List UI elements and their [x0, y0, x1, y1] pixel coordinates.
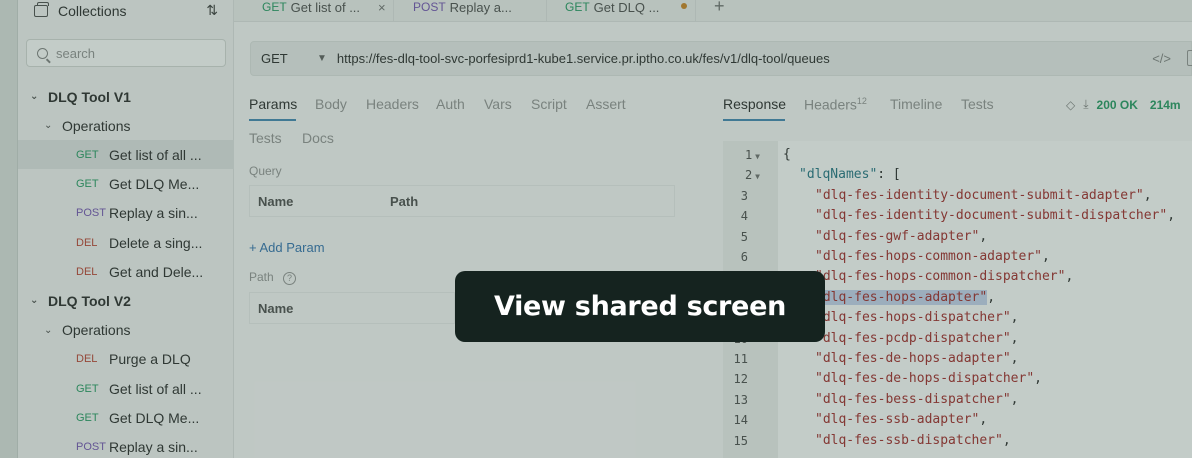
- view-shared-screen-label: View shared screen: [493, 291, 787, 322]
- screen-share-dim-overlay: [0, 0, 1192, 458]
- view-shared-screen-button[interactable]: View shared screen: [455, 271, 825, 342]
- app-window: Collections ⇅ search ⌄ DLQ Tool V1 ⌄ Operat…: [0, 0, 1192, 458]
